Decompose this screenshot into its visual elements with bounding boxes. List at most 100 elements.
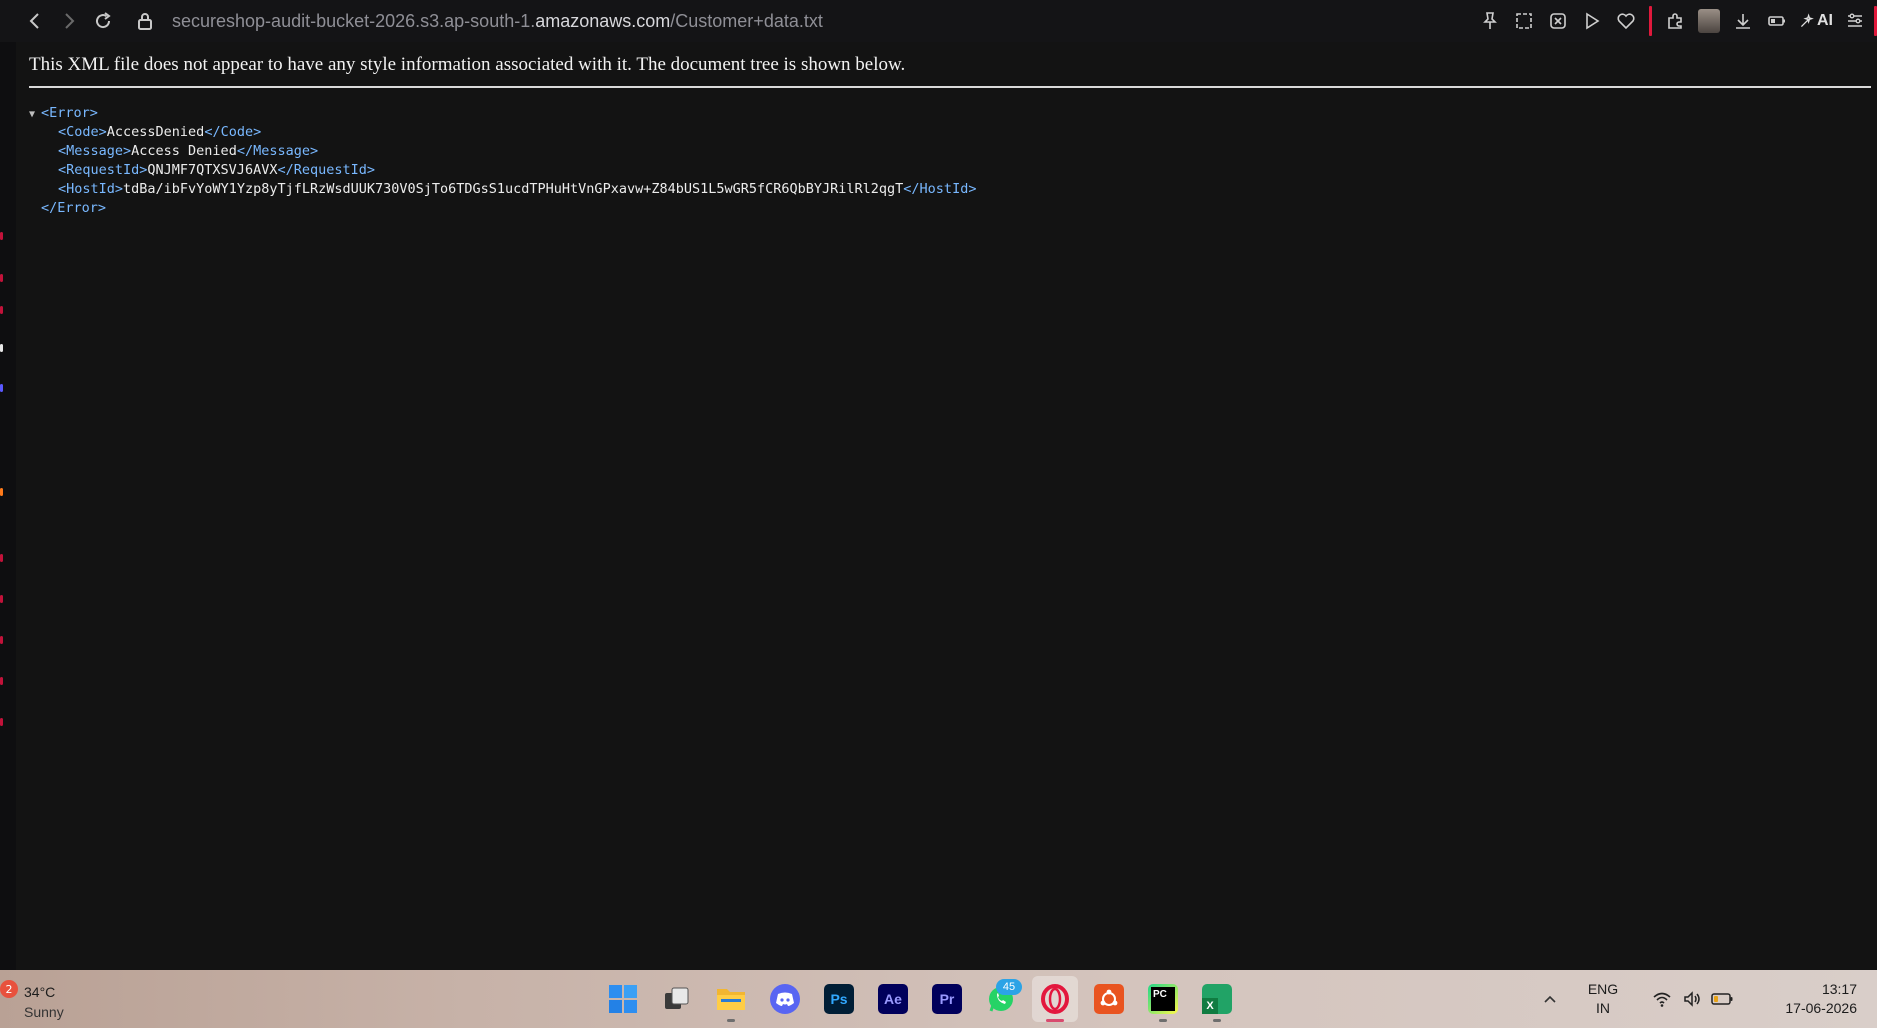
collapse-toggle-icon[interactable]: ▼ <box>29 105 41 124</box>
wifi-button[interactable] <box>1647 970 1677 1028</box>
pycharm-app[interactable]: PC <box>1140 976 1186 1022</box>
file-explorer-app[interactable] <box>708 976 754 1022</box>
sidebar-item[interactable] <box>0 232 3 240</box>
sidebar-item[interactable] <box>0 636 3 644</box>
xml-tag: <Message> <box>58 143 132 159</box>
xml-root-close-line: </Error> <box>29 199 976 218</box>
speaker-icon <box>1684 991 1700 1007</box>
pin-icon <box>1483 12 1497 29</box>
xml-tag: <HostId> <box>58 181 124 197</box>
address-bar[interactable]: secureshop-audit-bucket-2026.s3.ap-south… <box>172 11 823 32</box>
play-icon <box>1586 12 1600 30</box>
sparkle-icon <box>1800 13 1814 28</box>
xml-tag: <RequestId> <box>58 162 148 178</box>
site-info-button[interactable] <box>130 6 160 36</box>
xml-tag: </RequestId> <box>277 162 375 178</box>
xml-code-line: <Code>AccessDenied</Code> <box>29 123 976 142</box>
xml-tag: <Code> <box>58 124 107 140</box>
windows-logo-icon <box>609 985 637 1013</box>
weather-text: 34°C Sunny <box>24 982 64 1022</box>
weather-alert-badge: 2 <box>0 980 18 998</box>
excel-app[interactable]: X <box>1194 976 1240 1022</box>
sidebar-item[interactable] <box>0 677 3 685</box>
player-button[interactable] <box>1575 0 1609 42</box>
reload-button[interactable] <box>88 6 118 36</box>
heart-icon <box>1617 13 1635 30</box>
xml-tag: <Error> <box>41 105 98 121</box>
weather-temperature: 34°C <box>24 984 56 1000</box>
reload-icon <box>96 12 111 29</box>
active-indicator <box>1046 1019 1064 1022</box>
ubuntu-app[interactable] <box>1086 976 1132 1022</box>
photoshop-app[interactable]: Ps <box>816 976 862 1022</box>
xml-requestid-value: QNJMF7QTXSVJ6AVX <box>147 162 278 178</box>
sidebar-item[interactable] <box>0 344 3 352</box>
premiere-icon: Pr <box>932 984 962 1014</box>
after-effects-app[interactable]: Ae <box>870 976 916 1022</box>
premiere-app[interactable]: Pr <box>924 976 970 1022</box>
easy-setup-button[interactable] <box>1838 0 1872 42</box>
pin-button[interactable] <box>1473 0 1507 42</box>
pycharm-icon: PC <box>1148 984 1178 1014</box>
battery-button[interactable] <box>1707 970 1737 1028</box>
back-button[interactable] <box>20 6 50 36</box>
avatar <box>1698 9 1720 33</box>
excel-icon-letter: X <box>1202 998 1218 1014</box>
weather-condition: Sunny <box>24 1004 64 1020</box>
url-host: amazonaws.com <box>535 10 671 31</box>
profile-button[interactable] <box>1692 0 1726 42</box>
xml-tree: ▼ <Error> <Code>AccessDenied</Code> <Mess… <box>29 104 976 218</box>
show-hidden-icons-button[interactable] <box>1533 970 1567 1028</box>
notification-count-badge: 45 <box>996 979 1022 995</box>
ubuntu-icon <box>1094 984 1124 1014</box>
discord-icon <box>770 984 800 1014</box>
windows-taskbar: 2 34°C Sunny Ps Ae Pr 45 PC X ENG IN 13:… <box>0 970 1877 1028</box>
favorites-button[interactable] <box>1609 0 1643 42</box>
xml-tag: </Code> <box>204 124 262 140</box>
xml-style-notice: This XML file does not appear to have an… <box>29 54 906 75</box>
sidebar-item[interactable] <box>0 488 3 496</box>
opera-icon <box>1041 984 1069 1014</box>
discord-app[interactable] <box>762 976 808 1022</box>
language-code: ENG <box>1587 981 1619 997</box>
sidebar-item[interactable] <box>0 554 3 562</box>
task-view-icon <box>665 987 689 1009</box>
running-indicator <box>1213 1019 1221 1022</box>
taskbar-apps: Ps Ae Pr 45 PC X <box>596 970 1244 1028</box>
language-indicator[interactable]: ENG IN <box>1573 980 1633 1018</box>
notice-divider <box>29 86 1871 88</box>
xml-message-line: <Message>Access Denied</Message> <box>29 142 976 161</box>
volume-button[interactable] <box>1677 970 1707 1028</box>
sidebar-item[interactable] <box>0 595 3 603</box>
chevron-left-icon <box>29 13 39 29</box>
clock[interactable]: 13:17 17-06-2026 <box>1757 980 1877 1018</box>
chevron-right-icon <box>65 13 75 29</box>
snapshot-button[interactable] <box>1507 0 1541 42</box>
battery-icon <box>1768 16 1785 26</box>
sidebar-item[interactable] <box>0 306 3 314</box>
system-tray: ENG IN 13:17 17-06-2026 <box>1533 970 1877 1028</box>
settings-sliders-icon <box>1848 13 1862 27</box>
opera-app[interactable] <box>1032 976 1078 1022</box>
page-viewport: This XML file does not appear to have an… <box>16 42 1877 970</box>
xml-root-open-line: ▼ <Error> <box>29 104 976 123</box>
folder-icon <box>717 989 745 1010</box>
sidebar-item[interactable] <box>0 718 3 726</box>
shield-x-icon <box>1550 13 1566 29</box>
crop-icon <box>1516 13 1532 29</box>
ad-block-button[interactable] <box>1541 0 1575 42</box>
xml-requestid-line: <RequestId>QNJMF7QTXSVJ6AVX</RequestId> <box>29 161 976 180</box>
sidebar-item[interactable] <box>0 384 3 392</box>
downloads-button[interactable] <box>1726 0 1760 42</box>
forward-button[interactable] <box>54 6 84 36</box>
xml-hostid-line: <HostId>tdBa/ibFvYoWY1Yzp8yTjfLRzWsdUUK7… <box>29 180 976 199</box>
sidebar-item[interactable] <box>0 274 3 282</box>
start-button[interactable] <box>600 976 646 1022</box>
ai-label: AI <box>1817 12 1833 29</box>
whatsapp-app[interactable]: 45 <box>978 976 1024 1022</box>
ai-button[interactable]: AI <box>1794 0 1838 42</box>
task-view-button[interactable] <box>654 976 700 1022</box>
battery-saver-button[interactable] <box>1760 0 1794 42</box>
browser-toolbar: secureshop-audit-bucket-2026.s3.ap-south… <box>0 0 1877 42</box>
extensions-button[interactable] <box>1658 0 1692 42</box>
